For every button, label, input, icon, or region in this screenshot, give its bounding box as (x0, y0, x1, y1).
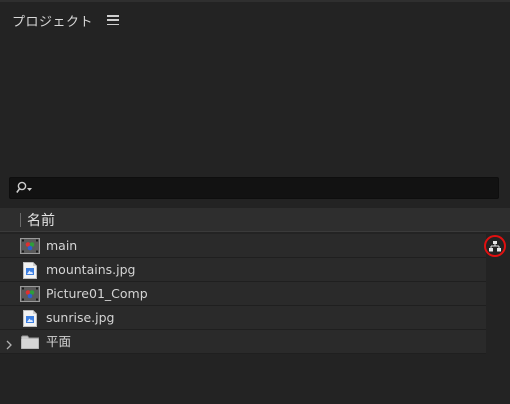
preview-area (0, 36, 510, 174)
search-input[interactable] (34, 178, 498, 198)
panel-header: プロジェクト (12, 10, 120, 30)
item-label: mountains.jpg (46, 262, 136, 277)
search-icon[interactable] (16, 181, 34, 195)
folder-icon (20, 333, 40, 351)
composition-icon (20, 237, 40, 255)
image-file-icon (20, 261, 40, 279)
chevron-right-icon[interactable] (4, 336, 14, 350)
list-item[interactable]: sunrise.jpg (0, 306, 510, 330)
composition-icon (20, 285, 40, 303)
list-item[interactable]: Picture01_Comp (0, 282, 510, 306)
panel-top-border (0, 0, 510, 2)
list-item[interactable]: main (0, 234, 510, 258)
flowchart-button[interactable] (484, 235, 506, 257)
item-label: main (46, 238, 78, 253)
project-panel: プロジェクト 名前 main mountains.jpg Picture01_C… (0, 0, 510, 404)
name-column-header[interactable]: 名前 (27, 210, 55, 230)
row-background (0, 330, 486, 354)
item-label: Picture01_Comp (46, 286, 148, 301)
item-label: 平面 (46, 334, 72, 349)
image-file-icon (20, 309, 40, 327)
hamburger-menu-icon[interactable] (107, 15, 120, 25)
column-divider[interactable] (20, 212, 21, 227)
search-bar[interactable] (9, 177, 499, 199)
project-item-list: main mountains.jpg Picture01_Comp sunris… (0, 234, 510, 354)
list-item[interactable]: mountains.jpg (0, 258, 510, 282)
item-label: sunrise.jpg (46, 310, 115, 325)
flowchart-icon (489, 237, 501, 256)
column-header[interactable]: 名前 (0, 208, 510, 232)
panel-title[interactable]: プロジェクト (12, 11, 93, 30)
list-item[interactable]: 平面 (0, 330, 510, 354)
